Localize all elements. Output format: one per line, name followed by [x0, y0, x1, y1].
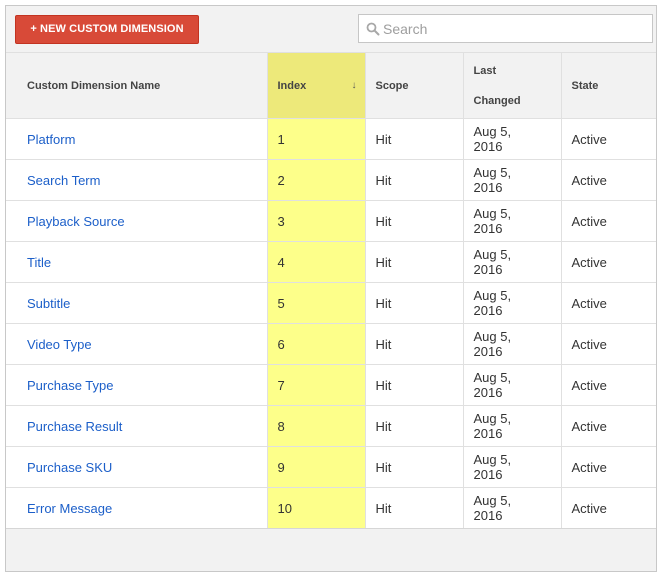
dimension-scope: Hit — [364, 159, 464, 201]
dimension-scope: Hit — [364, 405, 464, 447]
dimension-index: 10 — [266, 487, 366, 529]
dimensions-table: Custom Dimension Name Index ↓ Scope Last… — [6, 52, 656, 529]
dimension-name-link[interactable]: Video Type — [6, 323, 268, 365]
dimension-name-link[interactable]: Search Term — [6, 159, 268, 201]
table-row[interactable]: Purchase Type 7 Hit Aug 5, 2016 Active — [6, 364, 656, 406]
dimension-name-link[interactable]: Subtitle — [6, 282, 268, 324]
dimension-state: Active — [560, 118, 656, 160]
table-row[interactable]: Subtitle 5 Hit Aug 5, 2016 Active — [6, 282, 656, 324]
last-changed-year: 2016 — [473, 385, 503, 400]
header-index-label: Index — [277, 79, 307, 92]
toolbar: + NEW CUSTOM DIMENSION — [6, 6, 656, 52]
last-changed-year: 2016 — [473, 344, 503, 359]
dimension-scope: Hit — [364, 241, 464, 283]
dimension-name-link[interactable]: Purchase Type — [6, 364, 268, 406]
dimension-state: Active — [560, 487, 656, 529]
dimension-last-changed: Aug 5, 2016 — [462, 241, 562, 283]
table-row[interactable]: Search Term 2 Hit Aug 5, 2016 Active — [6, 159, 656, 201]
dimension-state: Active — [560, 405, 656, 447]
last-changed-date: Aug 5, — [473, 288, 512, 303]
header-last-changed-line1: Last — [473, 64, 497, 77]
dimension-name-link[interactable]: Title — [6, 241, 268, 283]
table-row[interactable]: Title 4 Hit Aug 5, 2016 Active — [6, 241, 656, 283]
dimension-state: Active — [560, 282, 656, 324]
dimension-scope: Hit — [364, 118, 464, 160]
header-scope[interactable]: Scope — [364, 52, 464, 119]
dimension-last-changed: Aug 5, 2016 — [462, 282, 562, 324]
search-input[interactable] — [383, 19, 643, 38]
dimension-last-changed: Aug 5, 2016 — [462, 118, 562, 160]
last-changed-date: Aug 5, — [473, 206, 512, 221]
search-box[interactable] — [358, 14, 653, 43]
last-changed-year: 2016 — [473, 508, 503, 523]
dimension-index: 1 — [266, 118, 366, 160]
last-changed-date: Aug 5, — [473, 329, 512, 344]
table-row[interactable]: Purchase Result 8 Hit Aug 5, 2016 Active — [6, 405, 656, 447]
table-row[interactable]: Playback Source 3 Hit Aug 5, 2016 Active — [6, 200, 656, 242]
last-changed-date: Aug 5, — [473, 124, 512, 139]
dimension-index: 4 — [266, 241, 366, 283]
last-changed-year: 2016 — [473, 221, 503, 236]
dimension-last-changed: Aug 5, 2016 — [462, 446, 562, 488]
last-changed-date: Aug 5, — [473, 247, 512, 262]
dimension-state: Active — [560, 364, 656, 406]
dimension-index: 3 — [266, 200, 366, 242]
last-changed-date: Aug 5, — [473, 370, 512, 385]
dimension-index: 6 — [266, 323, 366, 365]
table-body: Platform 1 Hit Aug 5, 2016 Active Search Term 2… — [6, 118, 656, 529]
last-changed-year: 2016 — [473, 303, 503, 318]
dimension-name-link[interactable]: Error Message — [6, 487, 268, 529]
dimension-name-link[interactable]: Purchase SKU — [6, 446, 268, 488]
dimension-scope: Hit — [364, 323, 464, 365]
dimension-index: 2 — [266, 159, 366, 201]
dimension-scope: Hit — [364, 364, 464, 406]
last-changed-date: Aug 5, — [473, 165, 512, 180]
last-changed-year: 2016 — [473, 426, 503, 441]
dimension-name-link[interactable]: Platform — [6, 118, 268, 160]
last-changed-year: 2016 — [473, 262, 503, 277]
last-changed-date: Aug 5, — [473, 411, 512, 426]
dimensions-table-wrapper: Custom Dimension Name Index ↓ Scope Last… — [6, 52, 656, 529]
table-row[interactable]: Platform 1 Hit Aug 5, 2016 Active — [6, 118, 656, 160]
dimension-scope: Hit — [364, 200, 464, 242]
table-header-row: Custom Dimension Name Index ↓ Scope Last… — [6, 52, 656, 119]
table-row[interactable]: Purchase SKU 9 Hit Aug 5, 2016 Active — [6, 446, 656, 488]
dimension-name-link[interactable]: Playback Source — [6, 200, 268, 242]
table-row[interactable]: Video Type 6 Hit Aug 5, 2016 Active — [6, 323, 656, 365]
dimension-scope: Hit — [364, 282, 464, 324]
dimension-last-changed: Aug 5, 2016 — [462, 487, 562, 529]
dimension-index: 7 — [266, 364, 366, 406]
dimension-last-changed: Aug 5, 2016 — [462, 159, 562, 201]
header-last-changed-line2: Changed — [473, 94, 521, 107]
dimension-state: Active — [560, 446, 656, 488]
new-custom-dimension-button[interactable]: + NEW CUSTOM DIMENSION — [15, 15, 199, 44]
dimension-index: 9 — [266, 446, 366, 488]
dimension-last-changed: Aug 5, 2016 — [462, 364, 562, 406]
header-custom-dimension-name[interactable]: Custom Dimension Name — [6, 52, 268, 119]
header-last-changed[interactable]: Last Changed — [462, 52, 562, 119]
dimension-state: Active — [560, 323, 656, 365]
last-changed-year: 2016 — [473, 180, 503, 195]
dimension-last-changed: Aug 5, 2016 — [462, 405, 562, 447]
last-changed-date: Aug 5, — [473, 452, 512, 467]
dimension-state: Active — [560, 241, 656, 283]
dimension-last-changed: Aug 5, 2016 — [462, 323, 562, 365]
dimension-index: 8 — [266, 405, 366, 447]
header-state[interactable]: State — [560, 52, 656, 119]
last-changed-date: Aug 5, — [473, 493, 512, 508]
header-index[interactable]: Index ↓ — [266, 52, 366, 119]
dimension-state: Active — [560, 159, 656, 201]
dimension-scope: Hit — [364, 487, 464, 529]
dimension-index: 5 — [266, 282, 366, 324]
table-row[interactable]: Error Message 10 Hit Aug 5, 2016 Active — [6, 487, 656, 529]
last-changed-year: 2016 — [473, 467, 503, 482]
last-changed-year: 2016 — [473, 139, 503, 154]
dimension-scope: Hit — [364, 446, 464, 488]
dimension-name-link[interactable]: Purchase Result — [6, 405, 268, 447]
custom-dimensions-panel: + NEW CUSTOM DIMENSION Custom Dimension … — [5, 5, 657, 572]
dimension-last-changed: Aug 5, 2016 — [462, 200, 562, 242]
search-icon — [366, 22, 380, 36]
sort-descending-icon: ↓ — [351, 80, 357, 91]
dimension-state: Active — [560, 200, 656, 242]
